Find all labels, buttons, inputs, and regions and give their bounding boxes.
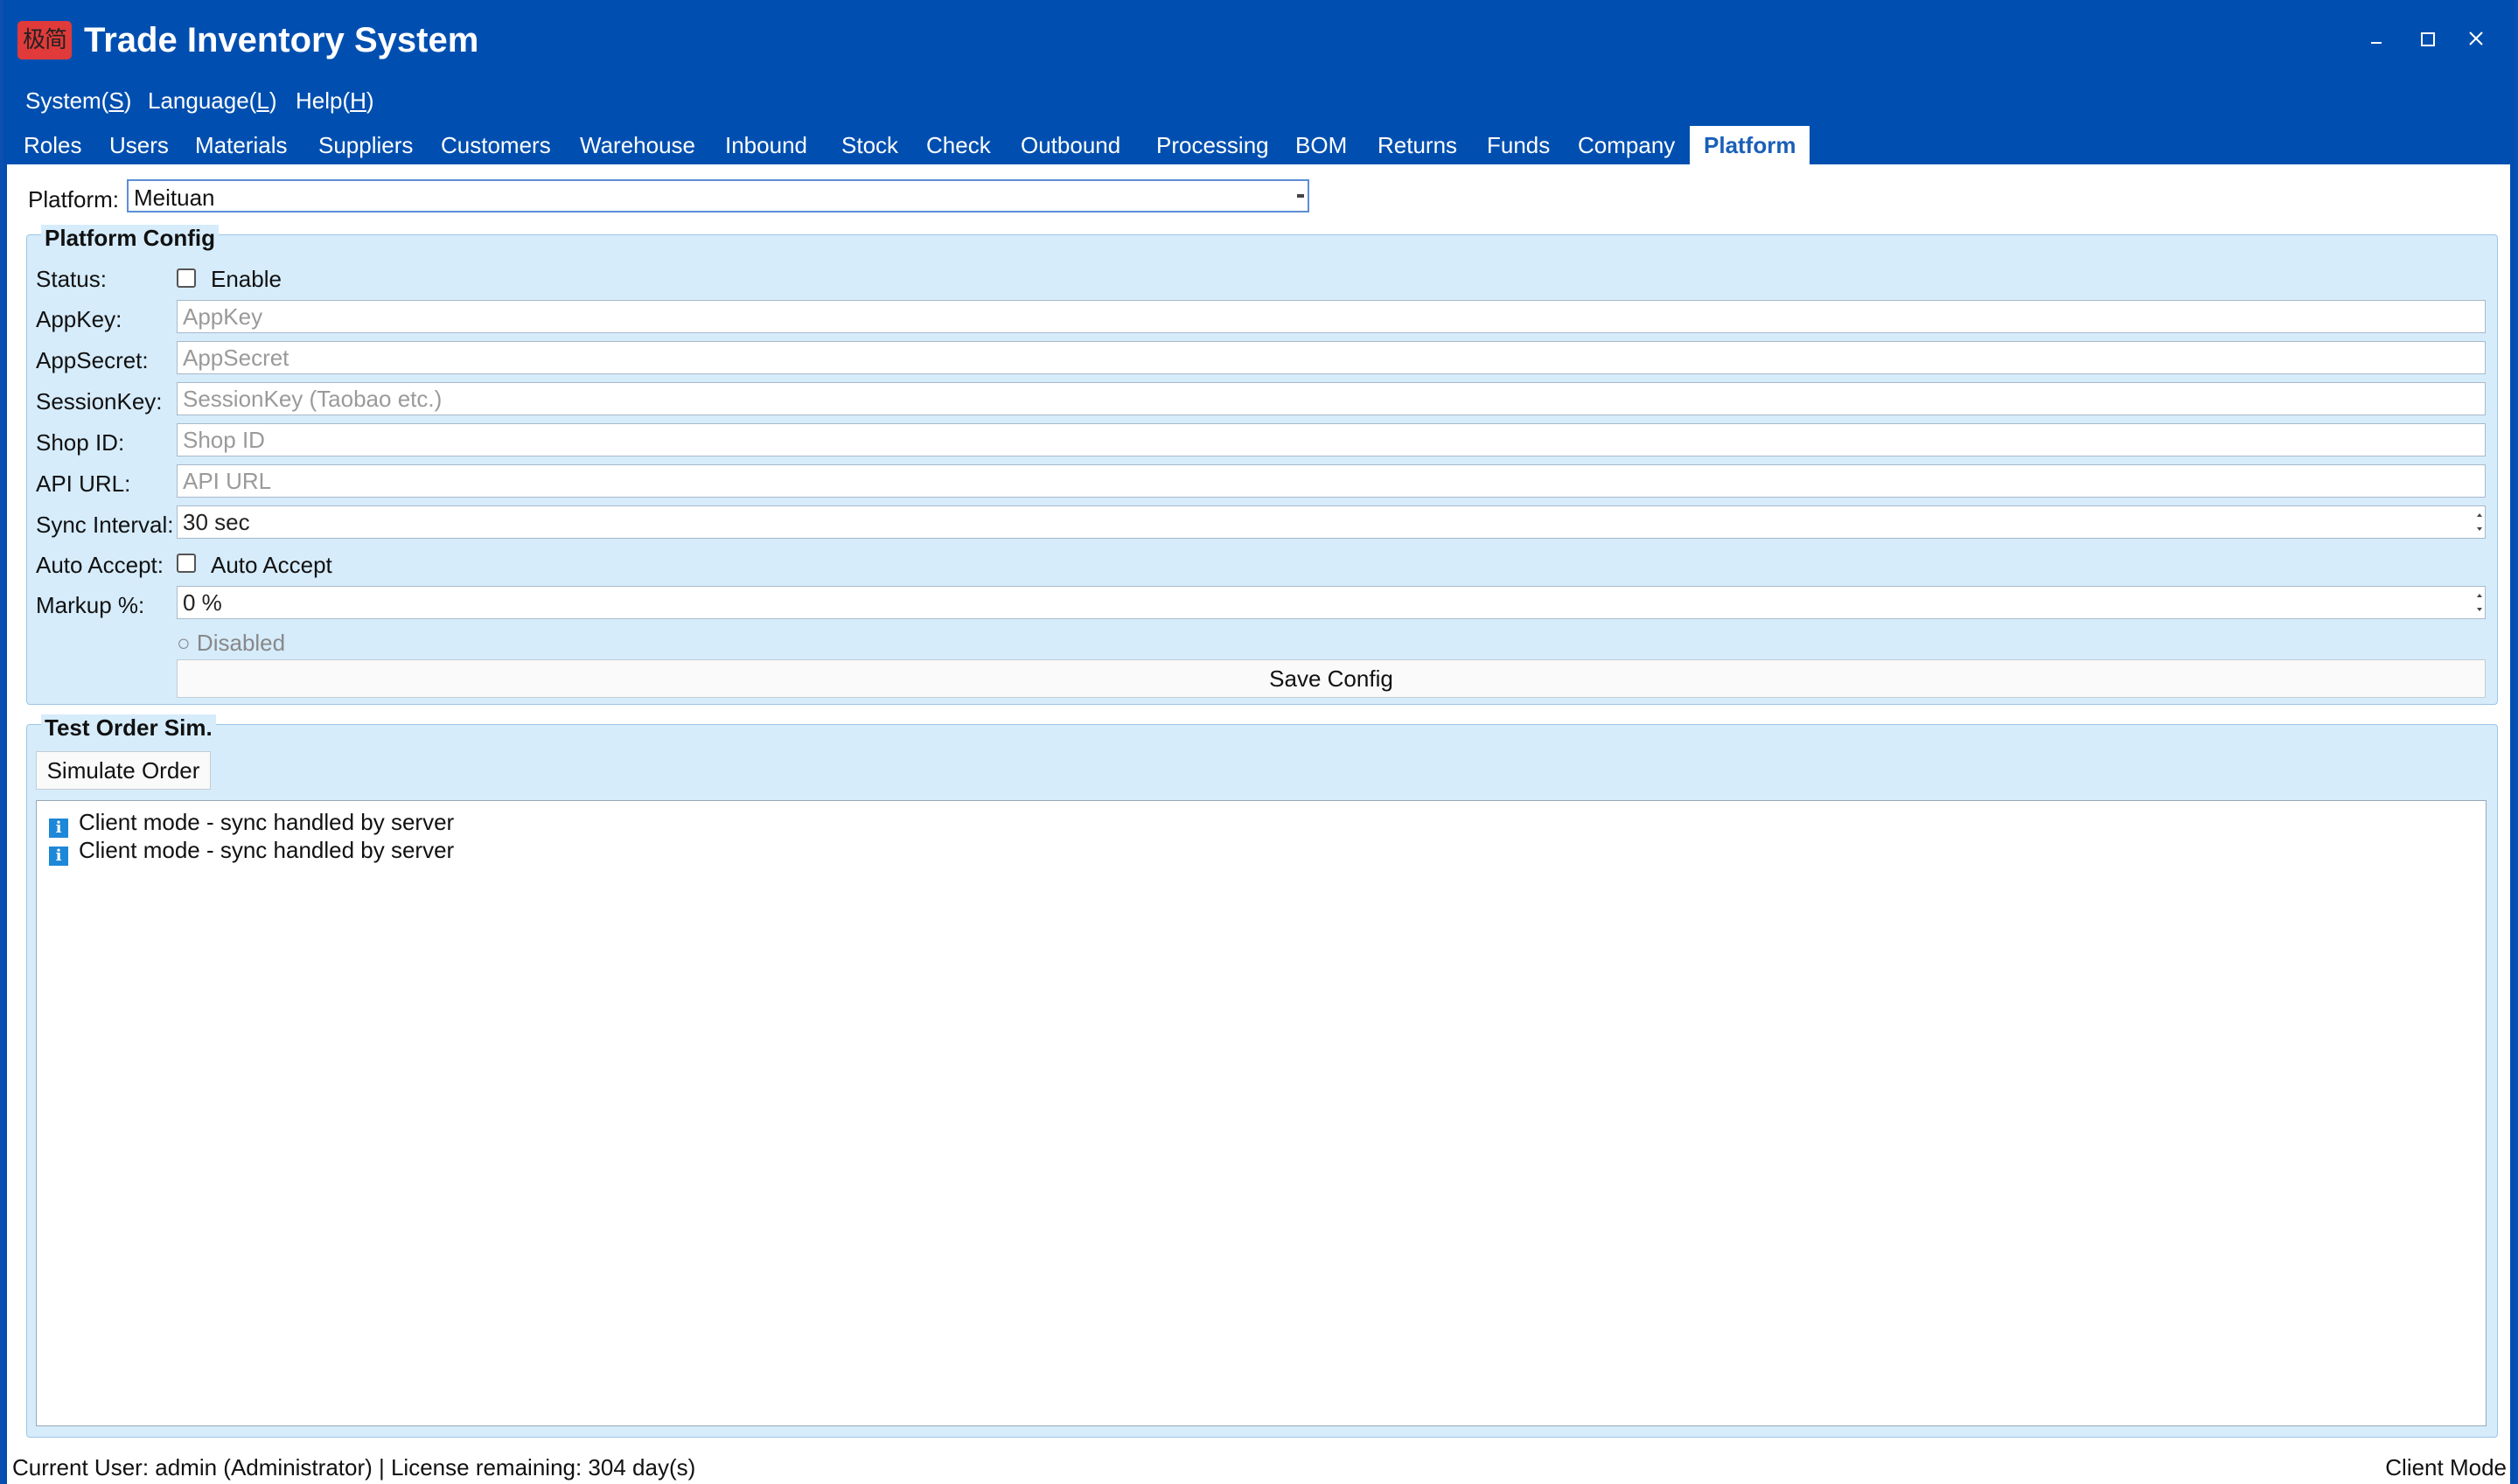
test-order-group: Test Order Sim. Simulate Order i Client m…	[26, 714, 2498, 1438]
menu-help-key: H	[350, 87, 366, 114]
menu-language[interactable]: Language(L)	[148, 82, 276, 119]
markup-label: Markup %:	[36, 592, 145, 618]
menu-help-end: )	[366, 87, 374, 114]
status-bar: Current User: admin (Administrator) | Li…	[7, 1452, 2510, 1484]
tab-materials[interactable]: Materials	[195, 126, 287, 164]
test-order-title: Test Order Sim.	[41, 714, 216, 741]
simulate-order-button[interactable]: Simulate Order	[36, 751, 211, 790]
info-icon: i	[49, 819, 68, 838]
appsecret-input[interactable]: AppSecret	[177, 341, 2486, 374]
sync-interval-spinner[interactable]: 30 sec	[177, 505, 2486, 539]
status-mode: Client Mode	[2385, 1454, 2507, 1481]
tab-funds[interactable]: Funds	[1487, 126, 1550, 164]
log-line: i Client mode - sync handled by server	[49, 836, 454, 866]
tab-returns[interactable]: Returns	[1378, 126, 1457, 164]
shopid-label: Shop ID:	[36, 429, 125, 456]
tab-warehouse[interactable]: Warehouse	[580, 126, 695, 164]
maximize-icon[interactable]	[2408, 19, 2446, 58]
platform-config-group: Platform Config Status: Enable AppKey: A…	[26, 225, 2498, 705]
tab-bar: Roles Users Materials Suppliers Customer…	[3, 126, 2515, 164]
menu-language-key: L	[256, 87, 269, 114]
title-bar: 极简 Trade Inventory System	[3, 0, 2515, 79]
log-line-text: Client mode - sync handled by server	[79, 837, 455, 863]
menu-help-label: Help(	[296, 87, 351, 114]
markup-value: 0 %	[183, 589, 222, 616]
appkey-label: AppKey:	[36, 306, 122, 332]
apiurl-label: API URL:	[36, 470, 131, 497]
close-icon[interactable]	[2457, 19, 2495, 58]
menu-system-key: S	[108, 87, 124, 114]
platform-page: Platform: Meituan Platform Config Status…	[7, 164, 2510, 1452]
menu-system[interactable]: System(S)	[25, 82, 131, 119]
tab-users[interactable]: Users	[109, 126, 169, 164]
platform-config-title: Platform Config	[41, 225, 219, 251]
menu-language-label: Language(	[148, 87, 257, 114]
tab-check[interactable]: Check	[926, 126, 991, 164]
apiurl-input[interactable]: API URL	[177, 464, 2486, 498]
menu-system-label: System(	[25, 87, 109, 114]
log-line: i Client mode - sync handled by server	[49, 808, 454, 838]
log-area[interactable]: i Client mode - sync handled by server iC…	[36, 800, 2487, 1426]
minimize-icon[interactable]	[2357, 19, 2396, 58]
tab-inbound[interactable]: Inbound	[725, 126, 807, 164]
save-config-button[interactable]: Save Config	[177, 659, 2486, 698]
sync-interval-value: 30 sec	[183, 509, 250, 535]
tab-customers[interactable]: Customers	[441, 126, 551, 164]
spinner-arrows-icon[interactable]	[2476, 590, 2483, 615]
appsecret-label: AppSecret:	[36, 347, 149, 373]
status-label: Status:	[36, 266, 107, 292]
markup-spinner[interactable]: 0 %	[177, 586, 2486, 619]
platform-select-value: Meituan	[134, 185, 215, 211]
enable-label: Enable	[211, 266, 282, 292]
tab-platform[interactable]: Platform	[1690, 126, 1810, 164]
sessionkey-input[interactable]: SessionKey (Taobao etc.)	[177, 382, 2486, 415]
tab-outbound[interactable]: Outbound	[1021, 126, 1120, 164]
menu-bar: System(S) Language(L) Help(H)	[3, 82, 2515, 119]
appkey-input[interactable]: AppKey	[177, 300, 2486, 333]
spinner-arrows-icon[interactable]	[2476, 510, 2483, 534]
tab-processing[interactable]: Processing	[1156, 126, 1269, 164]
disabled-status-text: ○ Disabled	[177, 630, 286, 656]
info-icon: i	[49, 847, 68, 866]
tab-stock[interactable]: Stock	[841, 126, 898, 164]
platform-select[interactable]: Meituan	[127, 179, 1309, 212]
log-line-text: Client mode - sync handled by server	[79, 809, 455, 835]
auto-accept-check-label: Auto Accept	[211, 552, 332, 578]
tab-suppliers[interactable]: Suppliers	[318, 126, 413, 164]
dropdown-grip-icon	[1297, 194, 1304, 198]
tab-company[interactable]: Company	[1578, 126, 1675, 164]
sessionkey-label: SessionKey:	[36, 388, 163, 415]
platform-label: Platform:	[28, 186, 120, 212]
auto-accept-label: Auto Accept:	[36, 552, 164, 578]
status-user-license: Current User: admin (Administrator) | Li…	[12, 1454, 696, 1481]
app-title: Trade Inventory System	[84, 21, 479, 59]
menu-language-end: )	[269, 87, 277, 114]
app-window: 极简 Trade Inventory System System(S) Lang…	[3, 0, 2515, 1484]
menu-system-end: )	[123, 87, 132, 114]
sync-interval-label: Sync Interval:	[36, 512, 174, 538]
app-logo: 极简	[17, 21, 72, 59]
tab-roles[interactable]: Roles	[24, 126, 81, 164]
shopid-input[interactable]: Shop ID	[177, 423, 2486, 456]
tab-bom[interactable]: BOM	[1295, 126, 1347, 164]
auto-accept-checkbox[interactable]	[177, 554, 196, 573]
enable-checkbox[interactable]	[177, 268, 196, 288]
menu-help[interactable]: Help(H)	[296, 82, 374, 119]
